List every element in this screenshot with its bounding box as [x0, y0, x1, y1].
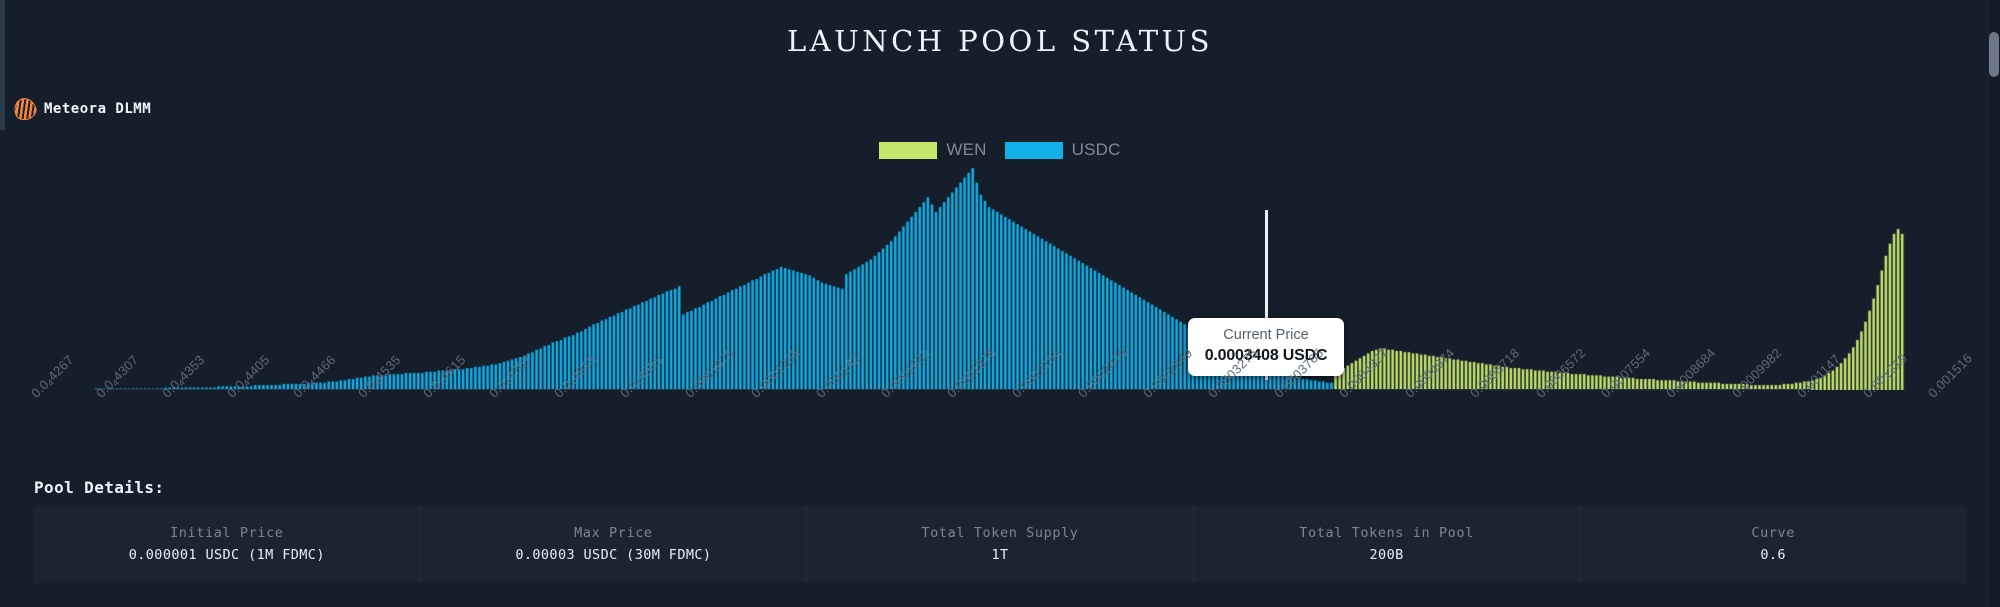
pool-detail-label: Max Price	[574, 525, 653, 541]
page-title: LAUNCH POOL STATUS	[0, 24, 2000, 58]
current-price-tooltip: Current Price 0.0003408 USDC	[1188, 318, 1344, 376]
pool-detail-label: Total Tokens in Pool	[1299, 525, 1474, 541]
pool-detail-cell: Max Price 0.00003 USDC (30M FDMC)	[421, 505, 808, 583]
pool-detail-label: Initial Price	[170, 525, 283, 541]
pool-detail-cell: Initial Price 0.000001 USDC (1M FDMC)	[34, 505, 421, 583]
pool-details-heading: Pool Details:	[34, 478, 164, 497]
pool-detail-value: 1T	[991, 547, 1008, 563]
pool-detail-cell: Total Token Supply 1T	[807, 505, 1194, 583]
pool-detail-value: 0.00003 USDC (30M FDMC)	[515, 547, 711, 563]
pool-detail-label: Total Token Supply	[921, 525, 1078, 541]
brand-label: Meteora DLMM	[44, 101, 151, 117]
pool-detail-label: Curve	[1751, 525, 1795, 541]
pool-detail-cell: Curve 0.6	[1580, 505, 1966, 583]
pool-detail-value: 0.6	[1760, 547, 1786, 563]
brand: Meteora DLMM	[14, 98, 151, 120]
pool-details-table: Initial Price 0.000001 USDC (1M FDMC) Max …	[34, 505, 1966, 583]
current-price-label: Current Price	[1198, 327, 1334, 343]
pool-detail-cell: Total Tokens in Pool 200B	[1194, 505, 1581, 583]
pool-detail-value: 200B	[1370, 547, 1404, 563]
pool-detail-value: 0.000001 USDC (1M FDMC)	[129, 547, 325, 563]
chart-x-axis: 0.0442670.0443070.0443530.0444050.044466…	[0, 390, 2000, 460]
meteora-striped-ellipse-icon	[11, 95, 39, 123]
left-edge-accent	[0, 0, 5, 130]
